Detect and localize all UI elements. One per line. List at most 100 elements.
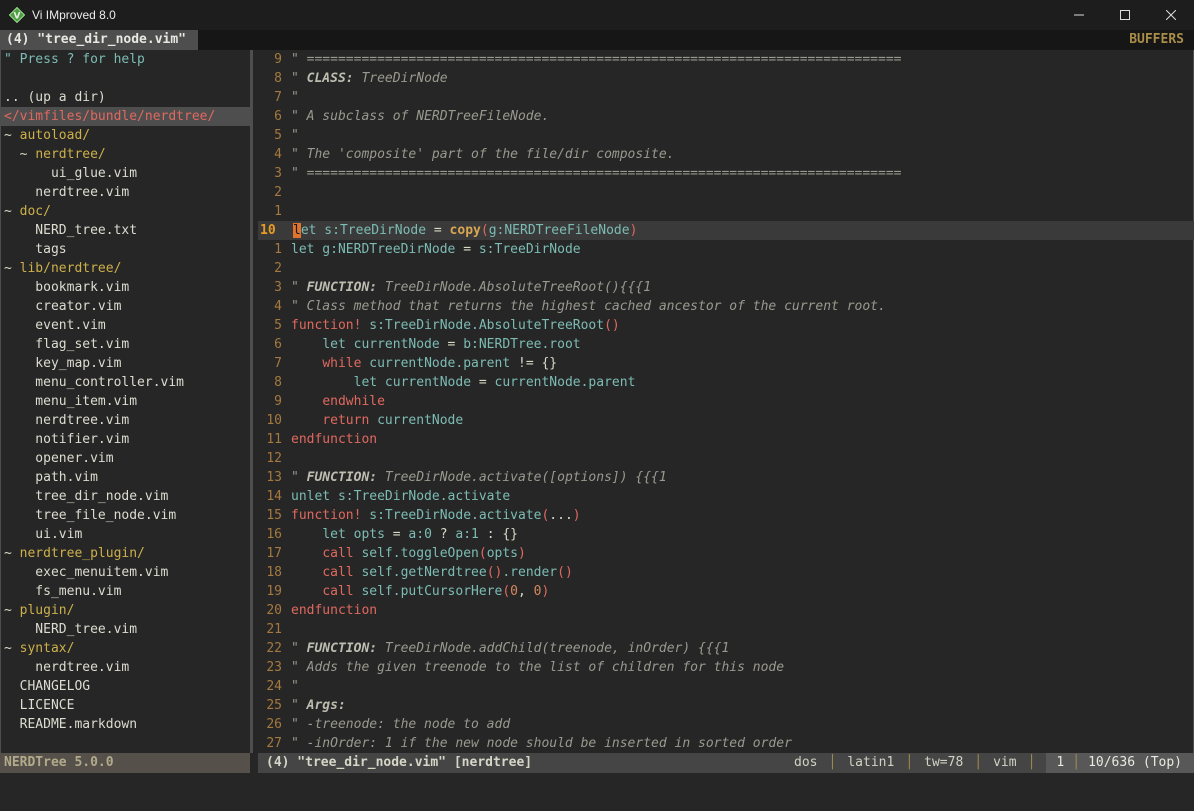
code-line[interactable]: 5" (258, 126, 1194, 145)
tree-item[interactable]: tree_dir_node.vim (0, 487, 250, 506)
code-line[interactable]: 11endfunction (258, 430, 1194, 449)
token-fl: NERD_tree.txt (4, 223, 137, 238)
line-number: 6 (258, 335, 291, 354)
tree-item[interactable]: ~ syntax/ (0, 639, 250, 658)
tree-item[interactable]: ~ nerdtree/ (0, 145, 250, 164)
tree-item[interactable]: key_map.vim (0, 354, 250, 373)
tree-item[interactable]: ui_glue.vim (0, 164, 250, 183)
line-number: 8 (258, 373, 291, 392)
current-code-line[interactable]: 10let s:TreeDirNode = copy(g:NERDTreeFil… (258, 221, 1194, 240)
code-line[interactable]: 15function! s:TreeDirNode.activate(...) (258, 506, 1194, 525)
code-line[interactable]: 26" -treenode: the node to add (258, 715, 1194, 734)
tree-item[interactable]: tags (0, 240, 250, 259)
token-fl: tree_dir_node.vim (4, 489, 168, 504)
code-line[interactable]: 10 return currentNode (258, 411, 1194, 430)
code-line[interactable]: 22" FUNCTION: TreeDirNode.addChild(treen… (258, 639, 1194, 658)
token-pl: , (518, 584, 534, 599)
tree-item[interactable]: " Press ? for help (0, 50, 250, 69)
code-line[interactable]: 3" FUNCTION: TreeDirNode.AbsoluteTreeRoo… (258, 278, 1194, 297)
code-line[interactable]: 17 call self.toggleOpen(opts) (258, 544, 1194, 563)
token-pl: = (426, 223, 449, 238)
tree-item[interactable]: opener.vim (0, 449, 250, 468)
token-st: ) (518, 546, 526, 561)
tree-item[interactable]: ~ plugin/ (0, 601, 250, 620)
command-line[interactable] (0, 773, 1194, 811)
code-line[interactable]: 14unlet s:TreeDirNode.activate (258, 487, 1194, 506)
tree-item[interactable]: ~ autoload/ (0, 126, 250, 145)
tree-item[interactable]: ~ nerdtree_plugin/ (0, 544, 250, 563)
code-line[interactable]: 3" =====================================… (258, 164, 1194, 183)
tree-item[interactable]: ~ lib/nerdtree/ (0, 259, 250, 278)
code-line[interactable]: 19 call self.putCursorHere(0, 0) (258, 582, 1194, 601)
code-line[interactable]: 20endfunction (258, 601, 1194, 620)
token-st: () (604, 318, 620, 333)
tree-item[interactable]: creator.vim (0, 297, 250, 316)
minimize-button[interactable] (1056, 0, 1102, 30)
code-line[interactable]: 6 let currentNode = b:NERDTree.root (258, 335, 1194, 354)
code-line[interactable]: 9 endwhile (258, 392, 1194, 411)
tree-item[interactable]: exec_menuitem.vim (0, 563, 250, 582)
code-line[interactable]: 13" FUNCTION: TreeDirNode.activate([opti… (258, 468, 1194, 487)
token-c: TreeDirNode.addChild(treenode, inOrder) … (377, 641, 729, 656)
token-fl: tags (4, 242, 67, 257)
tree-item[interactable]: README.markdown (0, 715, 250, 734)
tree-item[interactable]: event.vim (0, 316, 250, 335)
code-line[interactable]: 1let g:NERDTreeDirNode = s:TreeDirNode (258, 240, 1194, 259)
code-line[interactable]: 18 call self.getNerdtree().render() (258, 563, 1194, 582)
code-line[interactable]: 24" (258, 677, 1194, 696)
tree-item[interactable]: menu_controller.vim (0, 373, 250, 392)
code-line[interactable]: 9" =====================================… (258, 50, 1194, 69)
tab-tree-dir-node[interactable]: (4) "tree_dir_node.vim" (0, 30, 198, 50)
code-line[interactable]: 25" Args: (258, 696, 1194, 715)
editor-pane[interactable]: 9" =====================================… (258, 50, 1194, 753)
tree-item[interactable]: ~ doc/ (0, 202, 250, 221)
line-number: 17 (258, 544, 291, 563)
tree-item[interactable]: flag_set.vim (0, 335, 250, 354)
code-line[interactable]: 7" (258, 88, 1194, 107)
line-number: 20 (258, 601, 291, 620)
nerdtree-sidebar[interactable]: " Press ? for help .. (up a dir)</vimfile… (0, 50, 250, 753)
tree-item[interactable]: NERD_tree.vim (0, 620, 250, 639)
code-line[interactable]: 6" A subclass of NERDTreeFileNode. (258, 107, 1194, 126)
tree-item[interactable]: fs_menu.vim (0, 582, 250, 601)
token-id: a:0 (408, 527, 431, 542)
statusline-separator-icon: │ (829, 753, 837, 773)
token-fl: creator.vim (4, 299, 121, 314)
code-line[interactable]: 27" -inOrder: 1 if the new node should b… (258, 734, 1194, 753)
token-c: " (291, 679, 307, 694)
tree-item[interactable]: nerdtree.vim (0, 411, 250, 430)
token-fl: CHANGELOG (4, 679, 90, 694)
token-cb: CLASS: (307, 71, 354, 86)
tree-item[interactable]: nerdtree.vim (0, 183, 250, 202)
tree-item[interactable]: menu_item.vim (0, 392, 250, 411)
vertical-split-separator[interactable] (250, 50, 258, 753)
code-line[interactable]: 8 let currentNode = currentNode.parent (258, 373, 1194, 392)
token-st: () (557, 565, 573, 580)
statusline-filetype: vim (993, 753, 1016, 773)
tree-item[interactable]: notifier.vim (0, 430, 250, 449)
tree-item[interactable]: nerdtree.vim (0, 658, 250, 677)
tree-root-item[interactable]: </vimfiles/bundle/nerdtree/ (0, 107, 250, 126)
tree-item[interactable]: path.vim (0, 468, 250, 487)
tree-item[interactable]: NERD_tree.txt (0, 221, 250, 240)
line-number: 3 (258, 164, 291, 183)
code-line[interactable]: 23" Adds the given treenode to the list … (258, 658, 1194, 677)
code-line[interactable]: 5function! s:TreeDirNode.AbsoluteTreeRoo… (258, 316, 1194, 335)
tree-item[interactable]: .. (up a dir) (0, 88, 250, 107)
statusline-separator-icon: │ (1028, 753, 1036, 773)
code-line[interactable]: 7 while currentNode.parent != {} (258, 354, 1194, 373)
code-line[interactable]: 8" CLASS: TreeDirNode (258, 69, 1194, 88)
code-line[interactable]: 4" The 'composite' part of the file/dir … (258, 145, 1194, 164)
tree-item[interactable]: bookmark.vim (0, 278, 250, 297)
token-fl: nerdtree.vim (4, 413, 129, 428)
code-line[interactable]: 16 let opts = a:0 ? a:1 : {} (258, 525, 1194, 544)
tree-item[interactable]: LICENCE (0, 696, 250, 715)
tree-item[interactable]: CHANGELOG (0, 677, 250, 696)
close-button[interactable] (1148, 0, 1194, 30)
tree-item[interactable]: ui.vim (0, 525, 250, 544)
code-line[interactable]: 4" Class method that returns the highest… (258, 297, 1194, 316)
token-c: " ======================================… (291, 52, 901, 67)
buffers-label: BUFFERS (1129, 30, 1194, 50)
tree-item[interactable]: tree_file_node.vim (0, 506, 250, 525)
maximize-button[interactable] (1102, 0, 1148, 30)
